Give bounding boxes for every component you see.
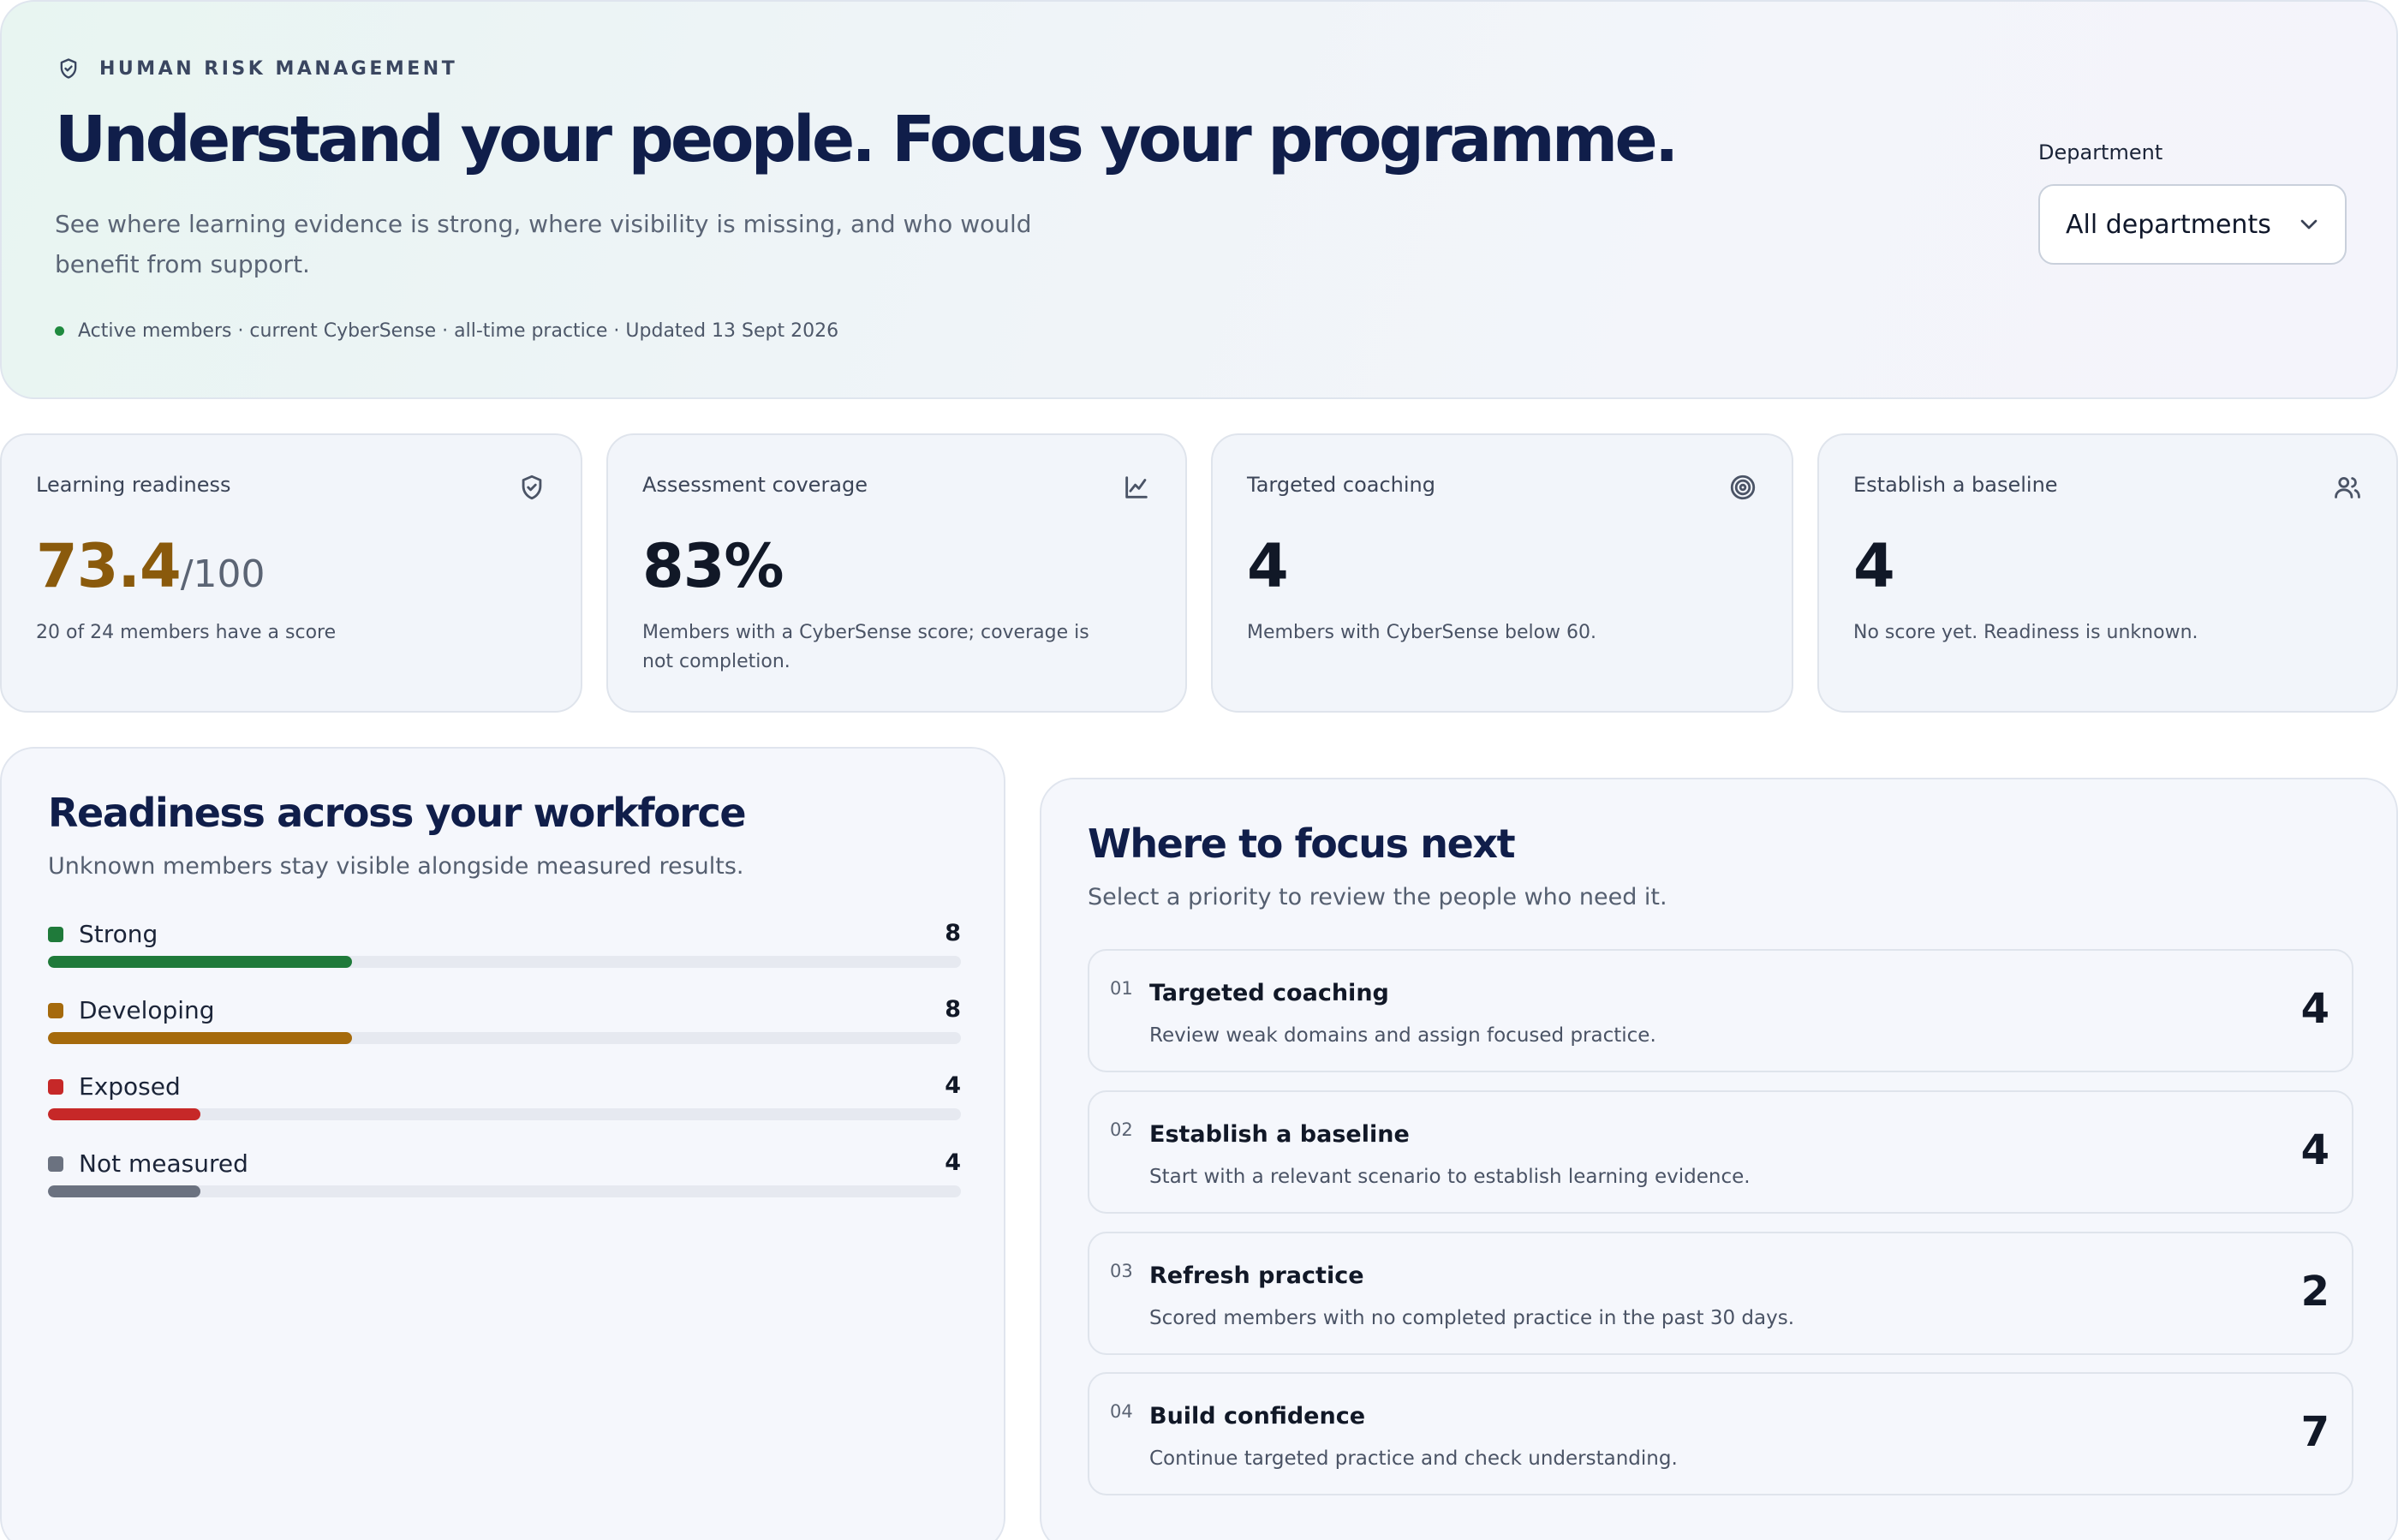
priority-number: 01	[1110, 978, 1133, 999]
bar-track	[48, 1108, 961, 1120]
focus-subtitle: Select a priority to review the people w…	[1088, 884, 1667, 910]
legend-swatch	[48, 926, 63, 942]
readiness-row-not-measured: Not measured 4	[48, 1149, 961, 1209]
priority-title: Build confidence	[1149, 1403, 1366, 1430]
legend-swatch	[48, 1002, 63, 1018]
bar-fill	[48, 1032, 353, 1044]
card-value: 73.4/100	[36, 531, 265, 601]
bar-label: Strong	[48, 920, 158, 948]
readiness-panel: Readiness across your workforce Unknown …	[0, 747, 1005, 1540]
priority-count: 7	[2300, 1408, 2329, 1456]
card-value: 4	[1247, 531, 1289, 601]
card-title: Targeted coaching	[1247, 473, 1435, 497]
priority-title: Refresh practice	[1149, 1262, 1364, 1289]
card-learning-readiness: Learning readiness 73.4/100 20 of 24 mem…	[0, 433, 582, 713]
priority-number: 02	[1110, 1119, 1133, 1140]
legend-swatch	[48, 1078, 63, 1095]
readiness-score: 73.4	[36, 531, 182, 601]
bar-count: 4	[945, 1072, 961, 1099]
focus-item-targeted-coaching[interactable]: 01 Targeted coaching Review weak domains…	[1088, 949, 2353, 1072]
bar-count: 4	[945, 1149, 961, 1176]
card-establish-baseline: Establish a baseline 4 No score yet. Rea…	[1817, 433, 2398, 713]
bar-label: Developing	[48, 996, 215, 1024]
shield-check-icon	[517, 473, 546, 502]
shield-check-icon	[60, 58, 77, 79]
priority-title: Establish a baseline	[1149, 1121, 1410, 1148]
priority-title: Targeted coaching	[1149, 980, 1389, 1006]
priority-description: Review weak domains and assign focused p…	[1149, 1024, 1656, 1047]
data-scope-meta: Active members · current CyberSense · al…	[55, 320, 838, 342]
chevron-down-icon	[2300, 219, 2317, 230]
bar-name: Not measured	[79, 1149, 248, 1178]
focus-item-build-confidence[interactable]: 04 Build confidence Continue targeted pr…	[1088, 1372, 2353, 1495]
focus-panel: Where to focus next Select a priority to…	[1040, 778, 2398, 1540]
bar-name: Developing	[79, 996, 215, 1024]
legend-swatch	[48, 1155, 63, 1172]
eyebrow-label: HUMAN RISK MANAGEMENT	[99, 57, 458, 80]
bar-name: Strong	[79, 920, 158, 948]
bar-fill	[48, 1185, 200, 1197]
bar-count: 8	[945, 920, 961, 946]
priority-number: 04	[1110, 1401, 1133, 1422]
card-title: Learning readiness	[36, 473, 231, 497]
eyebrow: HUMAN RISK MANAGEMENT	[57, 57, 457, 81]
card-title: Establish a baseline	[1853, 473, 2058, 497]
page-title: Understand your people. Focus your progr…	[55, 103, 1679, 176]
priority-count: 4	[2300, 985, 2329, 1033]
priority-count: 2	[2300, 1268, 2329, 1316]
focus-item-refresh-practice[interactable]: 03 Refresh practice Scored members with …	[1088, 1232, 2353, 1355]
page-subtitle: See where learning evidence is strong, w…	[55, 210, 1032, 278]
priority-description: Continue targeted practice and check und…	[1149, 1447, 1678, 1470]
bar-fill	[48, 956, 353, 968]
card-description: 20 of 24 members have a score	[36, 622, 337, 643]
bar-track	[48, 956, 961, 968]
card-targeted-coaching: Targeted coaching 4 Members with CyberSe…	[1211, 433, 1793, 713]
focus-item-establish-baseline[interactable]: 02 Establish a baseline Start with a rel…	[1088, 1090, 2353, 1214]
readiness-title: Readiness across your workforce	[48, 790, 747, 836]
bar-label: Exposed	[48, 1072, 181, 1101]
bar-label: Not measured	[48, 1149, 248, 1178]
priority-description: Scored members with no completed practic…	[1149, 1307, 1795, 1329]
card-value: 83%	[642, 531, 784, 601]
department-selected-value: All departments	[2066, 209, 2271, 240]
priority-description: Start with a relevant scenario to establ…	[1149, 1166, 1751, 1188]
readiness-row-exposed: Exposed 4	[48, 1072, 961, 1132]
department-label: Department	[2038, 140, 2163, 164]
readiness-subtitle: Unknown members stay visible alongside m…	[48, 853, 744, 880]
card-value: 4	[1853, 531, 1895, 601]
priority-count: 4	[2300, 1126, 2329, 1174]
bar-track	[48, 1032, 961, 1044]
status-dot	[55, 326, 64, 336]
dashboard: HUMAN RISK MANAGEMENT Understand your pe…	[0, 0, 2398, 1540]
bar-fill	[48, 1108, 200, 1120]
bar-track	[48, 1185, 961, 1197]
readiness-score-max: /100	[180, 552, 265, 596]
priority-number: 03	[1110, 1261, 1133, 1281]
bar-count: 8	[945, 996, 961, 1023]
card-assessment-coverage: Assessment coverage 83% Members with a C…	[606, 433, 1187, 713]
users-icon	[2333, 473, 2362, 502]
target-icon	[1728, 473, 1757, 502]
line-chart-icon	[1122, 473, 1151, 502]
card-description: Members with CyberSense below 60.	[1247, 622, 1597, 643]
hero-banner: HUMAN RISK MANAGEMENT Understand your pe…	[0, 0, 2398, 399]
card-description: No score yet. Readiness is unknown.	[1853, 622, 2198, 643]
department-select[interactable]: All departments	[2038, 184, 2347, 265]
bar-name: Exposed	[79, 1072, 181, 1101]
readiness-row-developing: Developing 8	[48, 996, 961, 1056]
card-title: Assessment coverage	[642, 473, 868, 497]
meta-text: Active members · current CyberSense · al…	[78, 320, 839, 342]
focus-title: Where to focus next	[1088, 821, 1516, 867]
card-description: Members with a CyberSense score; coverag…	[642, 622, 1089, 672]
readiness-row-strong: Strong 8	[48, 920, 961, 980]
